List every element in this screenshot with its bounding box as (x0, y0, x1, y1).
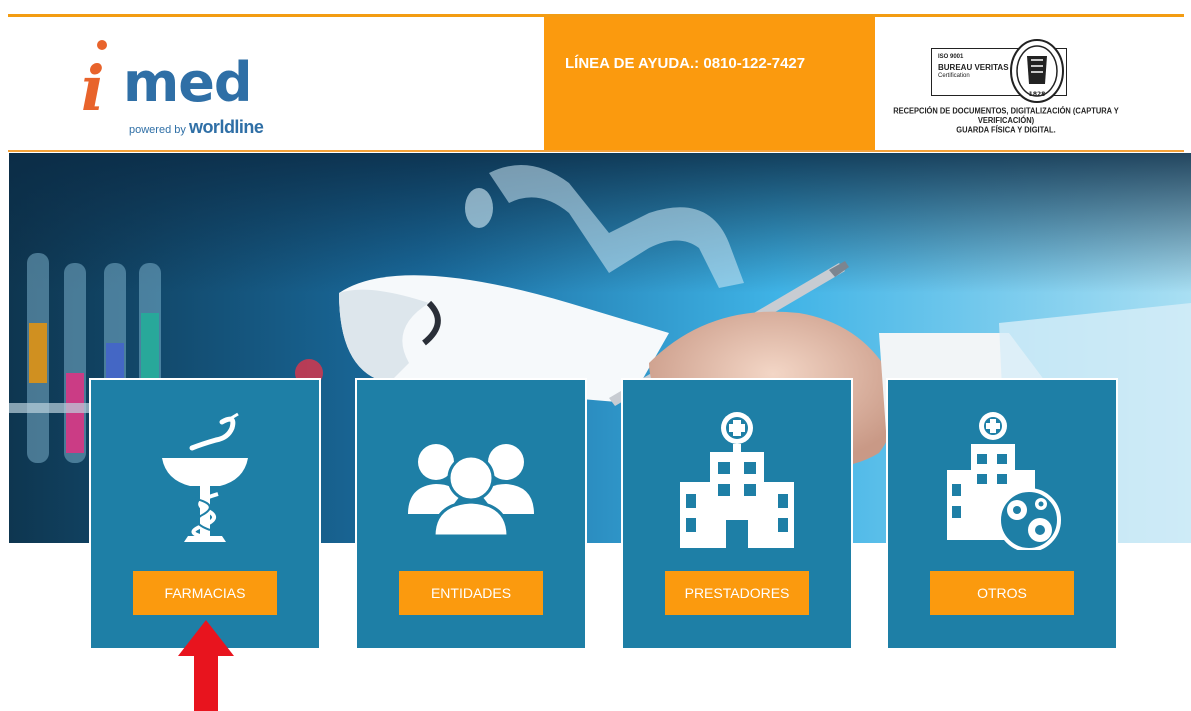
hospital-icon (680, 412, 794, 548)
caduceus-pharmacy-icon (162, 412, 248, 542)
certification-iso: ISO 9001 (938, 54, 964, 60)
otros-button[interactable]: OTROS (930, 571, 1074, 615)
helpline-text: LÍNEA DE AYUDA.: 0810-122-7427 (565, 55, 806, 72)
people-group-icon (408, 444, 534, 538)
category-card-farmacias[interactable]: FARMACIAS (89, 378, 321, 650)
logo-brand-text: med (123, 51, 253, 114)
entidades-button[interactable]: ENTIDADES (399, 571, 543, 615)
category-card-entidades[interactable]: ENTIDADES (355, 378, 587, 650)
logo-powered-label: powered by (129, 124, 186, 136)
certification-company: BUREAU VERITAS (938, 63, 1009, 72)
certification-description: RECEPCIÓN DE DOCUMENTOS, DIGITALIZACIÓN … (878, 106, 1134, 134)
seal-year: 1828 (1029, 91, 1046, 98)
logo-i-dot (97, 40, 107, 50)
farmacias-button[interactable]: FARMACIAS (133, 571, 277, 615)
hospital-gears-icon (947, 412, 1061, 550)
certification-badge: ISO 9001 BUREAU VERITAS Certification 18… (931, 38, 1069, 104)
helpline-box: LÍNEA DE AYUDA.: 0810-122-7427 (544, 17, 875, 150)
logo-partner-name: worldline (188, 117, 264, 137)
category-card-prestadores[interactable]: PRESTADORES (621, 378, 853, 650)
bureau-veritas-seal-icon: 1828 (1010, 39, 1064, 103)
category-card-otros[interactable]: OTROS (886, 378, 1118, 650)
logo-powered-by: powered by worldline (129, 117, 264, 138)
certification-description-line2: GUARDA FÍSICA Y DIGITAL. (956, 125, 1056, 135)
prestadores-button[interactable]: PRESTADORES (665, 571, 809, 615)
header-divider (8, 150, 1184, 152)
logo-brand-i: i (81, 52, 105, 125)
red-arrow-annotation-icon (178, 620, 234, 711)
certification-description-line1: RECEPCIÓN DE DOCUMENTOS, DIGITALIZACIÓN … (893, 106, 1119, 126)
certification-label: Certification (938, 73, 970, 79)
imed-logo[interactable]: i med powered by worldline (75, 40, 285, 138)
